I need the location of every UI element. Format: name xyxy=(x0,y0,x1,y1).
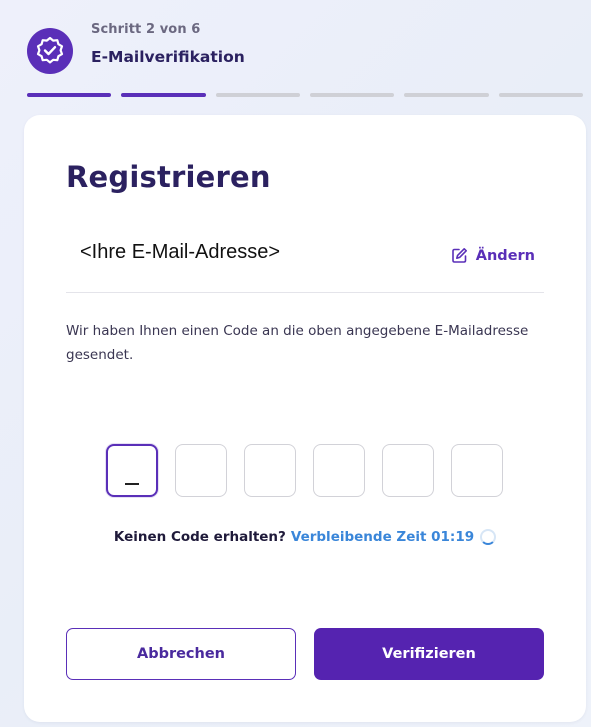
progress-segment xyxy=(404,93,489,97)
step-header: Schritt 2 von 6 E-Mailverifikation xyxy=(27,22,567,74)
code-input-1[interactable] xyxy=(106,444,158,497)
email-row: <Ihre E-Mail-Adresse> Ändern xyxy=(66,235,544,279)
progress-segment xyxy=(498,93,583,97)
verify-button[interactable]: Verifizieren xyxy=(314,628,544,680)
cancel-button[interactable]: Abbrechen xyxy=(66,628,296,680)
progress-segment xyxy=(309,93,395,97)
email-address: <Ihre E-Mail-Adresse> xyxy=(80,241,281,263)
resend-question: Keinen Code erhalten? xyxy=(113,529,286,545)
registration-card: Registrieren <Ihre E-Mail-Adresse> Änder… xyxy=(24,115,586,722)
change-email-button[interactable]: Ändern xyxy=(451,247,535,264)
spinner-icon xyxy=(480,529,497,545)
divider xyxy=(66,292,544,293)
change-email-label: Ändern xyxy=(475,247,535,264)
progress-segment xyxy=(215,93,300,97)
code-input-3[interactable] xyxy=(244,444,296,497)
edit-icon xyxy=(451,248,467,263)
step-count: Schritt 2 von 6 xyxy=(91,22,201,37)
code-input-6[interactable] xyxy=(451,444,503,497)
verified-badge-icon xyxy=(27,28,73,74)
resend-row: Keinen Code erhalten? Verbleibende Zeit … xyxy=(24,529,586,545)
code-input-5[interactable] xyxy=(382,444,434,497)
progress-segment xyxy=(121,93,206,97)
step-title: E-Mailverifikation xyxy=(91,48,245,66)
resend-timer: Verbleibende Zeit 01:19 xyxy=(290,529,475,545)
code-input-2[interactable] xyxy=(175,444,227,497)
code-input-group xyxy=(106,444,503,497)
instruction-text: Wir haben Ihnen einen Code an die oben a… xyxy=(66,323,529,363)
progress-segment xyxy=(27,93,112,97)
text-cursor xyxy=(125,483,139,485)
progress-bar xyxy=(27,93,583,97)
page-title: Registrieren xyxy=(66,160,271,194)
code-input-4[interactable] xyxy=(313,444,365,497)
